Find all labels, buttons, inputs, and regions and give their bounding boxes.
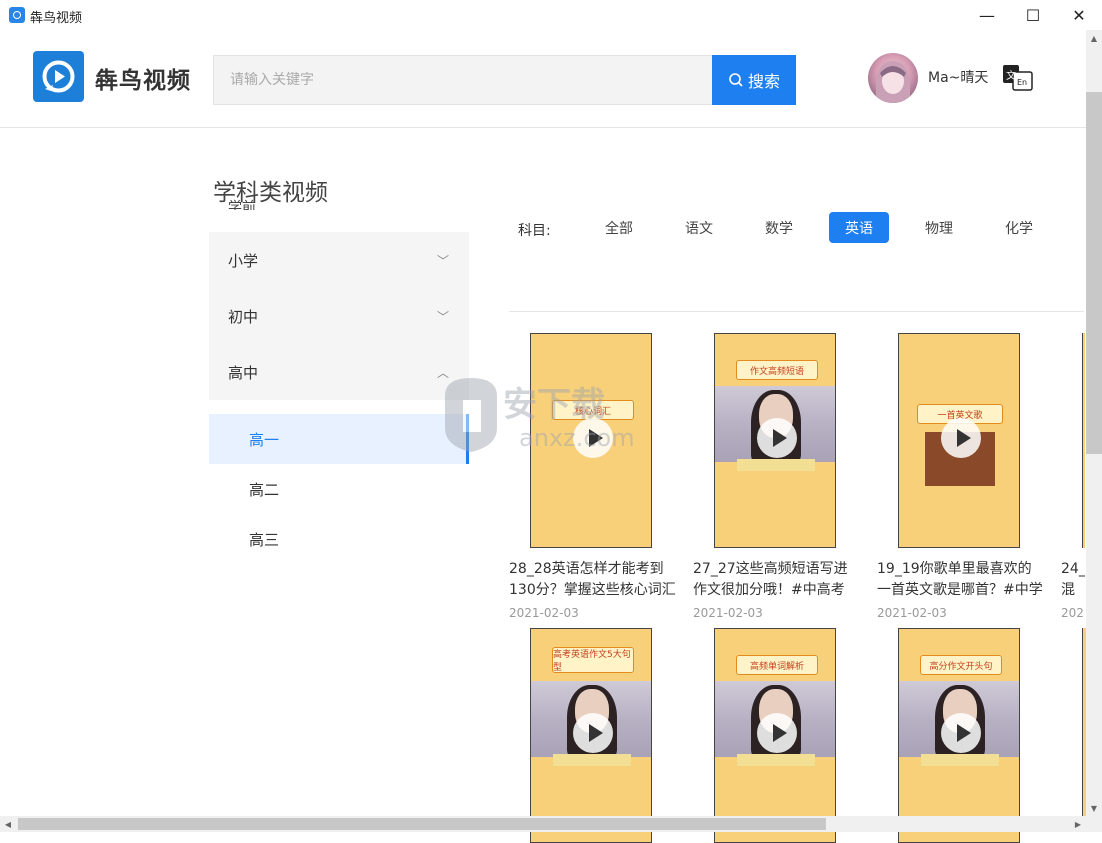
subject-filter-label: 科目: [518, 223, 551, 239]
video-thumbnail[interactable]: 一首英文歌 [898, 333, 1020, 548]
scrollbar-thumb[interactable] [18, 818, 826, 830]
minimize-button[interactable]: — [964, 0, 1010, 30]
video-date: 2021 [1061, 606, 1085, 620]
scrollbar-thumb[interactable] [1086, 92, 1102, 454]
sidebar-item-senior[interactable]: 高中 ︿ [209, 344, 469, 400]
svg-text:anxz.com: anxz.com [519, 424, 635, 452]
video-date: 2021-02-03 [693, 606, 763, 620]
video-title[interactable]: 24_混语 [1061, 559, 1085, 601]
play-icon[interactable] [757, 713, 797, 753]
horizontal-scrollbar[interactable]: ◀ ▶ [0, 816, 1086, 832]
scroll-right-icon[interactable]: ▶ [1070, 816, 1086, 832]
subject-tab-math[interactable]: 数学 [749, 212, 809, 243]
app-icon [9, 7, 25, 23]
thumbnail-caption: 高频单词解析 [736, 655, 818, 675]
username[interactable]: Ma~晴天 [928, 67, 988, 87]
scroll-down-icon[interactable]: ▼ [1086, 800, 1102, 816]
category-sidebar: 小学 ﹀ 初中 ﹀ 高中 ︿ [209, 232, 469, 400]
play-icon[interactable] [941, 418, 981, 458]
window-titlebar: 犇鸟视频 — ☐ ✕ [0, 0, 1102, 30]
subject-tab-english[interactable]: 英语 [829, 212, 889, 243]
thumbnail-caption: 高考英语作文5大句型 [552, 647, 634, 673]
subject-filter: 科目: 全部 语文 数学 英语 物理 化学 [509, 212, 1084, 246]
grade-item-3[interactable]: 高三 [209, 514, 469, 564]
video-thumbnail[interactable]: 高考英语作文5大句型 [530, 628, 652, 843]
scroll-left-icon[interactable]: ◀ [0, 816, 16, 832]
chevron-down-icon: ﹀ [436, 254, 449, 268]
sidebar-item-label: 高中 [228, 364, 259, 382]
svg-text:安下载: 安下载 [503, 385, 605, 425]
sidebar-item-label: 初中 [228, 308, 259, 326]
search-icon [729, 73, 743, 87]
search-input[interactable] [213, 55, 713, 105]
app-header: 犇鸟视频 搜索 Ma~晴天 文 En [0, 30, 1086, 128]
search-button-label: 搜索 [747, 74, 780, 91]
thumbnail-caption: 高分作文开头句 [920, 655, 1002, 675]
logo-icon[interactable] [33, 51, 84, 102]
play-icon[interactable] [573, 713, 613, 753]
grade-label: 高一 [249, 431, 280, 449]
subject-tab-chinese[interactable]: 语文 [669, 212, 729, 243]
play-icon[interactable] [757, 418, 797, 458]
video-title[interactable]: 19_19你歌单里最喜欢的一首英文歌是哪首？#中学 [877, 559, 1045, 601]
video-title[interactable]: 28_28英语怎样才能考到130分？掌握这些核心词汇 [509, 559, 677, 601]
subject-tab-all[interactable]: 全部 [589, 212, 649, 243]
video-card[interactable]: 24_混语 2021 [1061, 333, 1085, 633]
scroll-up-icon[interactable]: ▲ [1086, 30, 1102, 46]
video-date: 2021-02-03 [509, 606, 579, 620]
grade-item-1[interactable]: 高一 [209, 414, 469, 464]
svg-text:En: En [1017, 78, 1027, 87]
grade-label: 高三 [249, 531, 280, 549]
watermark-logo: 安下载 anxz.com [445, 378, 635, 452]
divider [509, 311, 1084, 312]
video-title[interactable]: 27_27这些高频短语写进作文很加分哦！#中高考 [693, 559, 861, 601]
page-title: 学科类视频 [213, 180, 328, 206]
grade-label: 高二 [249, 481, 280, 499]
video-thumbnail[interactable]: 高频单词解析 [714, 628, 836, 843]
play-icon[interactable] [941, 713, 981, 753]
vertical-scrollbar[interactable]: ▲ ▼ [1086, 30, 1102, 816]
maximize-button[interactable]: ☐ [1010, 0, 1056, 30]
video-thumbnail[interactable] [1082, 333, 1085, 548]
subject-tab-chemistry[interactable]: 化学 [989, 212, 1049, 243]
sidebar-item-label: 小学 [228, 252, 259, 270]
video-thumbnail[interactable]: 作文高频短语 [714, 333, 836, 548]
avatar[interactable] [868, 53, 918, 103]
search-button[interactable]: 搜索 [712, 55, 796, 105]
video-thumbnail[interactable]: 高分作文开头句 [898, 628, 1020, 843]
chevron-down-icon: ﹀ [436, 310, 449, 324]
grade-item-2[interactable]: 高二 [209, 464, 469, 514]
language-toggle-icon[interactable]: 文 En [1002, 64, 1034, 92]
video-date: 2021-02-03 [877, 606, 947, 620]
svg-text:文: 文 [1006, 69, 1016, 82]
thumbnail-caption: 作文高频短语 [736, 360, 818, 380]
brand-name: 犇鸟视频 [95, 68, 191, 94]
sidebar-item-junior[interactable]: 初中 ﹀ [209, 288, 469, 344]
sidebar-item-primary[interactable]: 小学 ﹀ [209, 232, 469, 288]
grade-list: 高一 高二 高三 [209, 414, 469, 564]
close-button[interactable]: ✕ [1056, 0, 1102, 30]
window-title: 犇鸟视频 [30, 11, 83, 26]
subject-tab-physics[interactable]: 物理 [909, 212, 969, 243]
